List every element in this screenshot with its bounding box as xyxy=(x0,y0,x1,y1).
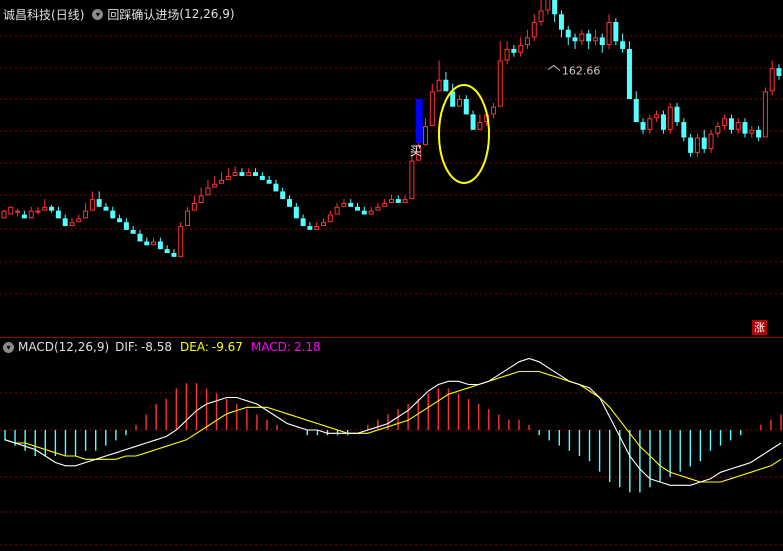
dif-line xyxy=(4,357,782,486)
dea-line xyxy=(4,370,782,483)
macd-chart[interactable] xyxy=(0,0,783,551)
